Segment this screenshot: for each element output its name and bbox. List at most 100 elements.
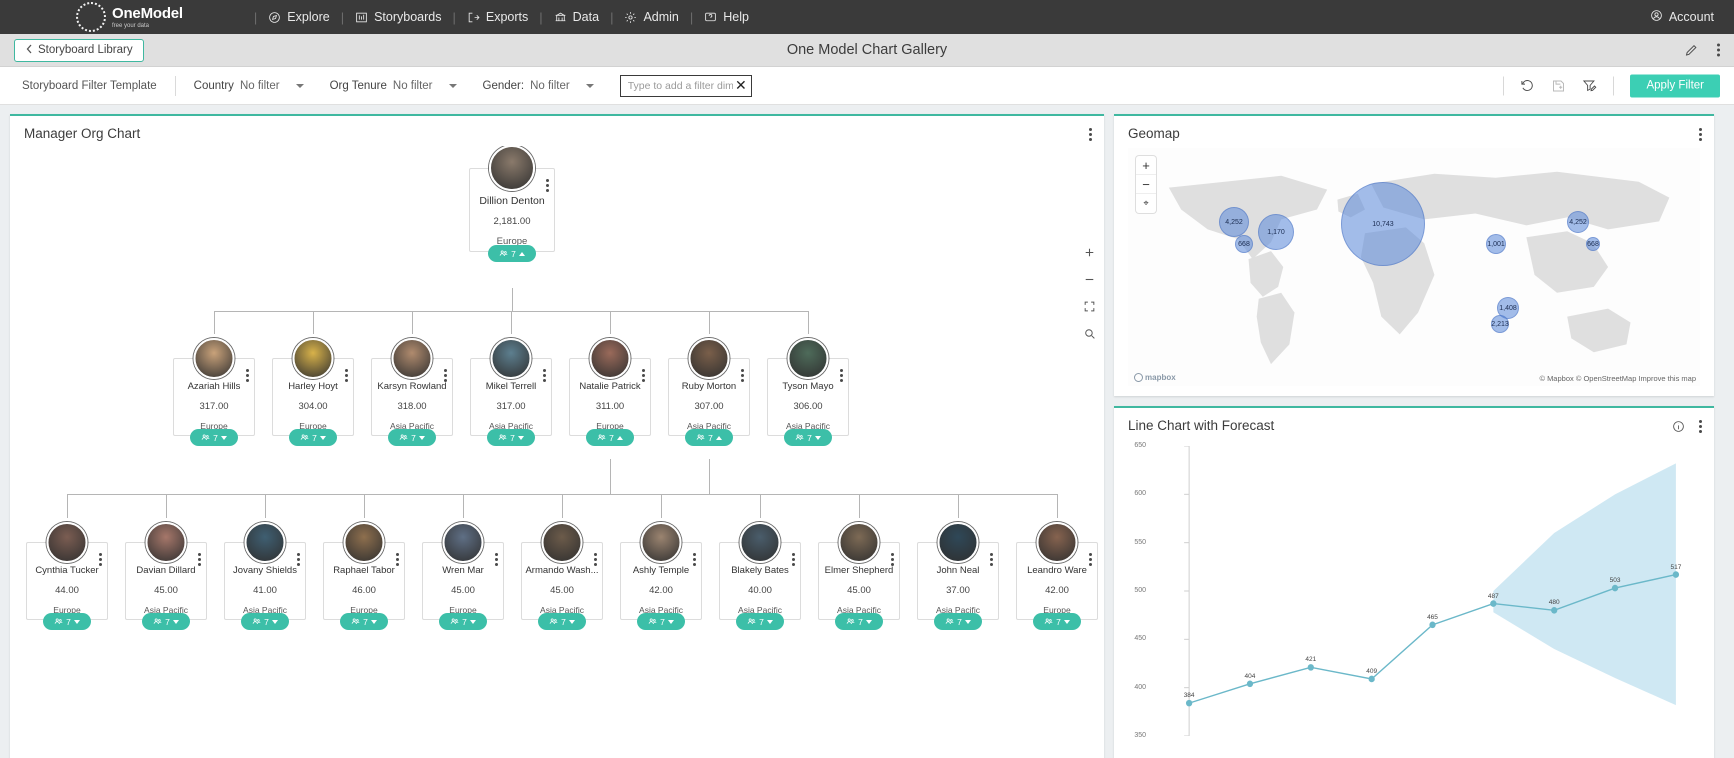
org-node-kebab[interactable] bbox=[396, 553, 399, 566]
org-node-expand-button[interactable]: 7 bbox=[637, 613, 685, 630]
org-node[interactable]: Ashly Temple 42.00 Asia Pacific 7 bbox=[620, 522, 702, 630]
map-bubble[interactable]: 1,001 bbox=[1486, 234, 1506, 254]
org-node-expand-button[interactable]: 7 bbox=[934, 613, 982, 630]
org-node-kebab[interactable] bbox=[1089, 553, 1092, 566]
map-bubble[interactable]: 1,170 bbox=[1258, 214, 1294, 250]
org-node-kebab[interactable] bbox=[642, 369, 645, 382]
org-node-kebab[interactable] bbox=[543, 369, 546, 382]
apply-filter-button[interactable]: Apply Filter bbox=[1630, 74, 1720, 97]
map-bubble[interactable]: 668 bbox=[1235, 235, 1253, 253]
org-node[interactable]: Ruby Morton 307.00 Asia Pacific 7 bbox=[668, 338, 750, 446]
org-node-expand-button[interactable]: 7 bbox=[340, 613, 388, 630]
data-point[interactable] bbox=[1307, 664, 1314, 671]
edit-filter-icon[interactable] bbox=[1582, 78, 1597, 93]
zoom-out-icon[interactable] bbox=[1083, 273, 1096, 288]
org-node[interactable]: John Neal 37.00 Asia Pacific 7 bbox=[917, 522, 999, 630]
org-node-kebab[interactable] bbox=[444, 369, 447, 382]
org-node-expand-button[interactable]: 7 bbox=[487, 429, 535, 446]
filter-gender[interactable]: Gender: No filter bbox=[483, 80, 594, 92]
org-node[interactable]: Leandro Ware 42.00 Europe 7 bbox=[1016, 522, 1098, 630]
org-node-expand-button[interactable]: 7 bbox=[439, 613, 487, 630]
data-point[interactable] bbox=[1185, 699, 1193, 707]
nav-item-admin[interactable]: Admin bbox=[622, 7, 680, 27]
geomap-options-kebab[interactable] bbox=[1699, 128, 1702, 141]
org-node-expand-button[interactable]: 7 bbox=[736, 613, 784, 630]
org-node-kebab[interactable] bbox=[840, 369, 843, 382]
org-node-kebab[interactable] bbox=[297, 553, 300, 566]
org-node[interactable]: Armando Wash... 45.00 Asia Pacific 7 bbox=[521, 522, 603, 630]
map-zoom-in-icon[interactable]: + bbox=[1136, 156, 1156, 175]
map-bubble[interactable]: 10,743 bbox=[1341, 182, 1425, 266]
org-node-kebab[interactable] bbox=[594, 553, 597, 566]
org-node-expand-button[interactable]: 7 bbox=[685, 429, 733, 446]
org-node[interactable]: Raphael Tabor 46.00 Europe 7 bbox=[323, 522, 405, 630]
org-node[interactable]: Wren Mar 45.00 Europe 7 bbox=[422, 522, 504, 630]
storyboard-library-button[interactable]: Storyboard Library bbox=[14, 38, 144, 62]
reset-filters-icon[interactable] bbox=[1520, 78, 1535, 93]
nav-item-storyboards[interactable]: Storyboards bbox=[353, 7, 443, 27]
filter-org-tenure[interactable]: Org Tenure No filter bbox=[330, 80, 457, 92]
map-bubble[interactable]: 2,213 bbox=[1491, 315, 1509, 333]
map-bubble[interactable]: 4,252 bbox=[1219, 207, 1249, 237]
org-node-expand-button[interactable]: 7 bbox=[43, 613, 91, 630]
org-node[interactable]: Karsyn Rowland 318.00 Asia Pacific 7 bbox=[371, 338, 453, 446]
org-node-expand-button[interactable]: 7 bbox=[289, 429, 337, 446]
filter-search-input[interactable] bbox=[627, 79, 733, 92]
line-chart-canvas[interactable]: 350 400 450 500 550 600 650 384 404 421 409 465 487… bbox=[1114, 438, 1714, 758]
org-node-expand-button[interactable]: 7 bbox=[241, 613, 289, 630]
org-node[interactable]: Elmer Shepherd 45.00 Asia Pacific 7 bbox=[818, 522, 900, 630]
org-node-expand-button[interactable]: 7 bbox=[190, 429, 238, 446]
data-point[interactable] bbox=[1551, 607, 1558, 614]
map-compass-icon[interactable]: ⌖ bbox=[1136, 194, 1156, 213]
org-node-kebab[interactable] bbox=[693, 553, 696, 566]
org-node[interactable]: Mikel Terrell 317.00 Asia Pacific 7 bbox=[470, 338, 552, 446]
org-node-kebab[interactable] bbox=[246, 369, 249, 382]
data-point[interactable] bbox=[1368, 675, 1375, 683]
onemodel-logo[interactable]: OneModel free your data bbox=[76, 2, 183, 32]
org-node-kebab[interactable] bbox=[792, 553, 795, 566]
org-node-kebab[interactable] bbox=[546, 179, 549, 192]
clear-filter-icon[interactable]: ✕ bbox=[733, 77, 747, 94]
edit-pencil-icon[interactable] bbox=[1684, 43, 1699, 58]
fit-screen-icon[interactable] bbox=[1083, 300, 1096, 315]
org-node[interactable]: Dillion Denton 2,181.00 Europe 7 bbox=[469, 146, 555, 262]
data-point[interactable] bbox=[1246, 680, 1254, 688]
org-node-kebab[interactable] bbox=[741, 369, 744, 382]
org-node-expand-button[interactable]: 7 bbox=[388, 429, 436, 446]
storyboard-options-kebab[interactable] bbox=[1717, 43, 1720, 57]
data-point[interactable] bbox=[1611, 584, 1619, 592]
search-icon[interactable] bbox=[1083, 327, 1096, 342]
org-node-kebab[interactable] bbox=[495, 553, 498, 566]
org-node[interactable]: Davian Dillard 45.00 Asia Pacific 7 bbox=[125, 522, 207, 630]
add-filter-dimension-box[interactable]: ✕ bbox=[619, 74, 752, 97]
org-chart-canvas[interactable]: Dillion Denton 2,181.00 Europe 7 Azariah Hil… bbox=[10, 146, 1104, 758]
org-node-kebab[interactable] bbox=[99, 553, 102, 566]
zoom-in-icon[interactable] bbox=[1083, 246, 1096, 261]
data-point[interactable] bbox=[1672, 571, 1680, 578]
org-node-expand-button[interactable]: 7 bbox=[586, 429, 634, 446]
chart-info-icon[interactable] bbox=[1672, 420, 1685, 433]
org-node[interactable]: Natalie Patrick 311.00 Europe 7 bbox=[569, 338, 651, 446]
org-node-expand-button[interactable]: 7 bbox=[538, 613, 586, 630]
org-node-expand-button[interactable]: 7 bbox=[835, 613, 883, 630]
org-node[interactable]: Azariah Hills 317.00 Europe 7 bbox=[173, 338, 255, 446]
data-point[interactable] bbox=[1490, 600, 1497, 607]
line-chart-options-kebab[interactable] bbox=[1699, 420, 1702, 433]
org-node-kebab[interactable] bbox=[198, 553, 201, 566]
org-node-kebab[interactable] bbox=[345, 369, 348, 382]
nav-item-exports[interactable]: Exports bbox=[465, 7, 530, 27]
org-node[interactable]: Harley Hoyt 304.00 Europe 7 bbox=[272, 338, 354, 446]
map-zoom-out-icon[interactable]: − bbox=[1136, 175, 1156, 194]
map-bubble[interactable]: 668 bbox=[1586, 237, 1600, 251]
org-node-kebab[interactable] bbox=[990, 553, 993, 566]
filter-country[interactable]: Country No filter bbox=[194, 80, 304, 92]
map-attribution[interactable]: © Mapbox © OpenStreetMap Improve this ma… bbox=[1539, 374, 1696, 383]
org-node[interactable]: Blakely Bates 40.00 Asia Pacific 7 bbox=[719, 522, 801, 630]
org-node-expand-button[interactable]: 7 bbox=[142, 613, 190, 630]
geomap-canvas[interactable]: + − ⌖ 4,252 668 1,170 10,743 1,001 4,252… bbox=[1128, 148, 1700, 386]
org-chart-options-kebab[interactable] bbox=[1089, 128, 1092, 141]
nav-item-help[interactable]: Help bbox=[702, 7, 751, 27]
nav-item-data[interactable]: Data bbox=[552, 7, 601, 27]
data-point[interactable] bbox=[1429, 621, 1436, 629]
org-node-expand-button[interactable]: 7 bbox=[784, 429, 832, 446]
